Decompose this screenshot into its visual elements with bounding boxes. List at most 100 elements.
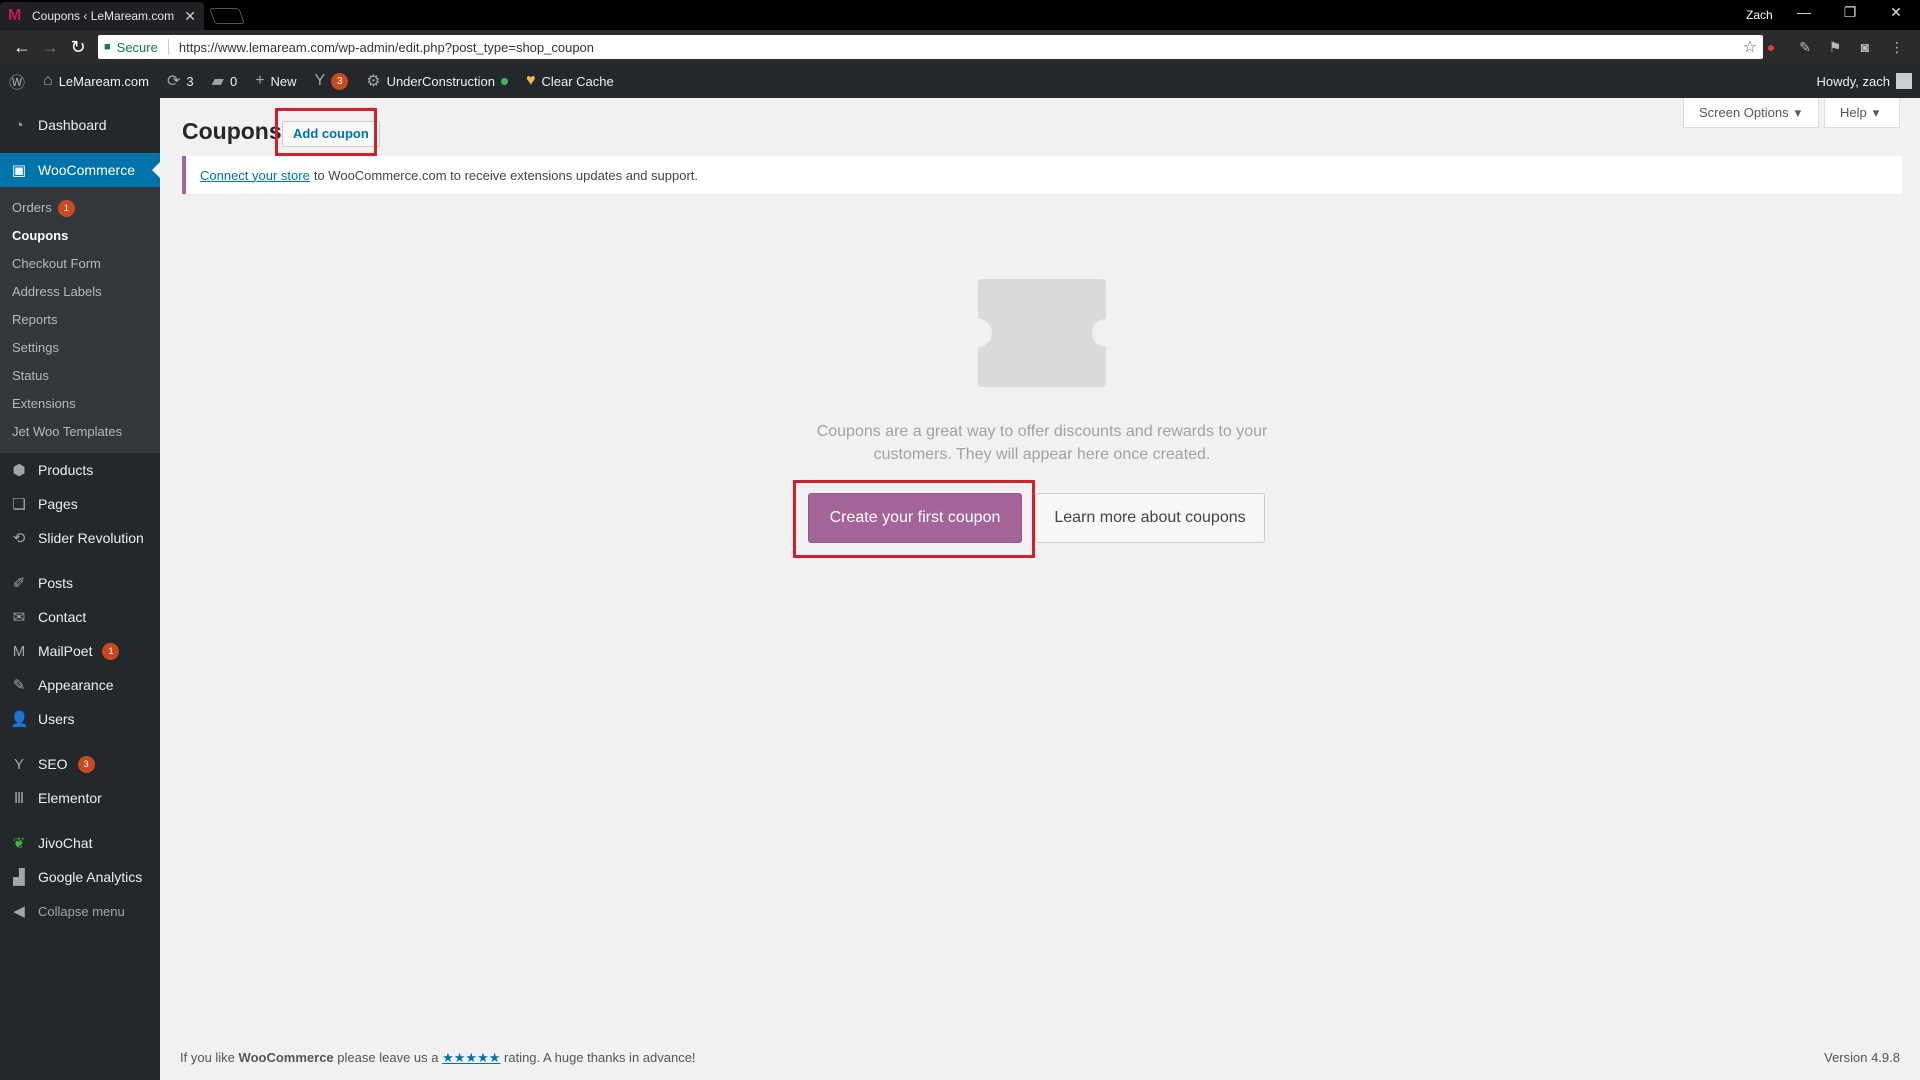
bookmark-star-icon[interactable]: ☆ — [1743, 37, 1757, 57]
submenu-status[interactable]: Status — [0, 362, 160, 390]
wp-admin-bar: Ⓦ ⌂ LeMaream.com ⟳ 3 ▰ 0 + New Y3 ⚙ UnderCons… — [0, 64, 1920, 98]
forward-icon[interactable]: → — [38, 36, 62, 58]
url-text[interactable]: https://www.lemaream.com/wp-admin/edit.p… — [179, 40, 594, 55]
extension-camera-icon[interactable]: ◙ — [1856, 38, 1874, 56]
sidebar-item-slider-revolution[interactable]: ⟲ Slider Revolution — [0, 521, 160, 555]
rating-stars-link[interactable]: ★★★★★ — [442, 1050, 500, 1065]
comment-icon: ▰ — [211, 73, 224, 90]
plus-icon: + — [255, 72, 265, 89]
extension-shield-icon[interactable]: ● — [1762, 38, 1780, 56]
reload-icon[interactable]: ↻ — [66, 36, 90, 58]
sidebar-item-appearance[interactable]: ✎ Appearance — [0, 668, 160, 702]
sidebar-item-label: Posts — [38, 575, 74, 591]
new-label: New — [270, 73, 297, 89]
cache-shield-icon: ♥ — [525, 72, 536, 89]
updates-item[interactable]: ⟳ 3 — [158, 64, 203, 98]
sidebar-item-elementor[interactable]: Ⅲ Elementor — [0, 781, 160, 815]
sidebar-item-label: Users — [38, 711, 75, 727]
main-content: Screen Options ▾ Help ▾ Coupons Add coupon… — [160, 98, 1920, 1080]
under-construction-item[interactable]: ⚙ UnderConstruction — [357, 64, 517, 98]
orders-badge: 1 — [57, 199, 75, 217]
screen-options-label: Screen Options — [1699, 105, 1789, 120]
sidebar-item-google-analytics[interactable]: ▟ Google Analytics — [0, 860, 160, 894]
my-account-item[interactable]: Howdy, zach — [1817, 73, 1920, 89]
submenu-jet-woo-templates[interactable]: Jet Woo Templates — [0, 418, 160, 446]
submenu-checkout-form[interactable]: Checkout Form — [0, 250, 160, 278]
clear-cache-item[interactable]: ♥ Clear Cache — [517, 64, 623, 98]
admin-sidebar: ◔ Dashboard ▣ WooCommerce Orders 1 Coupons … — [0, 98, 160, 1080]
restore-icon[interactable]: ❐ — [1840, 4, 1860, 21]
secure-label: Secure — [116, 39, 158, 55]
sidebar-item-woocommerce[interactable]: ▣ WooCommerce — [0, 153, 160, 187]
sidebar-item-label: SEO — [38, 756, 68, 772]
sidebar-item-mailpoet[interactable]: M MailPoet 1 — [0, 634, 160, 668]
collapse-menu-button[interactable]: ◀ Collapse menu — [0, 894, 160, 928]
new-content-item[interactable]: + New — [246, 64, 305, 98]
footer-suffix: rating. A huge thanks in advance! — [504, 1050, 696, 1065]
connect-store-notice: Connect your store to WooCommerce.com to… — [182, 156, 1902, 194]
seo-badge: 3 — [77, 755, 95, 773]
profile-name[interactable]: Zach — [1746, 8, 1773, 22]
sidebar-item-contact[interactable]: ✉ Contact — [0, 600, 160, 634]
extension-pen-icon[interactable]: ✎ — [1796, 38, 1814, 56]
submenu-reports[interactable]: Reports — [0, 306, 160, 334]
help-button[interactable]: Help ▾ — [1824, 98, 1900, 128]
learn-more-coupons-button[interactable]: Learn more about coupons — [1035, 493, 1265, 543]
sidebar-item-products[interactable]: ⬢ Products — [0, 453, 160, 487]
back-icon[interactable]: ← — [10, 36, 34, 58]
sidebar-item-dashboard[interactable]: ◔ Dashboard — [0, 108, 160, 142]
browser-menu-icon[interactable]: ⋮ — [1888, 38, 1906, 56]
address-bar[interactable]: ■ Secure https://www.lemaream.com/wp-adm… — [98, 35, 1763, 59]
sidebar-item-pages[interactable]: ❏ Pages — [0, 487, 160, 521]
submenu-settings[interactable]: Settings — [0, 334, 160, 362]
sidebar-item-seo[interactable]: Y SEO 3 — [0, 747, 160, 781]
sidebar-item-users[interactable]: 👤 Users — [0, 702, 160, 736]
screen-options-button[interactable]: Screen Options ▾ — [1683, 98, 1819, 128]
extension-flag-icon[interactable]: ⚑ — [1826, 38, 1844, 56]
mailpoet-badge: 1 — [102, 642, 120, 660]
footer-rating-text: If you like WooCommerce please leave us … — [180, 1050, 696, 1066]
submenu-orders[interactable]: Orders 1 — [0, 194, 160, 222]
collapse-arrow-icon: ◀ — [13, 903, 25, 920]
create-first-coupon-button[interactable]: Create your first coupon — [808, 493, 1022, 543]
footer-brand: WooCommerce — [238, 1050, 334, 1065]
coupon-placeholder-icon — [978, 279, 1106, 387]
browser-titlebar: M Coupons ‹ LeMaream.com ✕ Zach — ❐ ✕ — [0, 0, 1920, 30]
wp-logo-item[interactable]: Ⓦ — [0, 64, 34, 98]
yoast-icon: Y — [314, 72, 326, 89]
footer-middle: please leave us a — [337, 1050, 439, 1065]
url-separator — [167, 39, 169, 55]
site-name-item[interactable]: ⌂ LeMaream.com — [34, 64, 158, 98]
sidebar-item-label: Pages — [38, 496, 78, 512]
browser-tab[interactable]: M Coupons ‹ LeMaream.com ✕ — [0, 2, 204, 30]
sidebar-item-label: Products — [38, 462, 94, 478]
help-label: Help — [1840, 105, 1867, 120]
yoast-item[interactable]: Y3 — [306, 64, 358, 98]
yoast-seo-icon: Y — [13, 755, 24, 773]
submenu-coupons[interactable]: Coupons — [0, 222, 160, 250]
site-name: LeMaream.com — [58, 73, 149, 89]
analytics-chart-icon: ▟ — [13, 869, 25, 886]
sidebar-item-posts[interactable]: ✐ Posts — [0, 566, 160, 600]
add-coupon-button[interactable]: Add coupon — [282, 121, 380, 147]
close-window-icon[interactable]: ✕ — [1886, 4, 1906, 21]
comments-item[interactable]: ▰ 0 — [203, 64, 247, 98]
submenu-extensions[interactable]: Extensions — [0, 390, 160, 418]
submenu-label: Extensions — [12, 396, 76, 411]
sidebar-item-label: Appearance — [38, 677, 114, 693]
minimize-icon[interactable]: — — [1794, 4, 1814, 20]
submenu-label: Checkout Form — [12, 256, 101, 271]
tab-title: Coupons ‹ LeMaream.com — [32, 9, 175, 23]
sidebar-item-jivochat[interactable]: ❦ JivoChat — [0, 826, 160, 860]
sidebar-item-label: MailPoet — [38, 643, 93, 659]
footer-prefix: If you like — [180, 1050, 235, 1065]
new-tab-button[interactable] — [209, 8, 245, 24]
paintbrush-icon: ✎ — [12, 677, 26, 694]
products-icon: ⬢ — [12, 462, 26, 479]
submenu-address-labels[interactable]: Address Labels — [0, 278, 160, 306]
close-tab-icon[interactable]: ✕ — [184, 8, 196, 25]
woocommerce-icon: ▣ — [11, 162, 27, 179]
slider-revolution-icon: ⟲ — [12, 530, 26, 547]
connect-store-link[interactable]: Connect your store — [200, 168, 310, 183]
submenu-label: Address Labels — [12, 284, 102, 299]
